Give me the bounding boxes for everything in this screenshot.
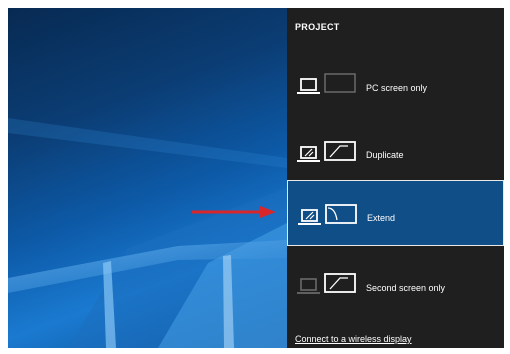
option-second-screen-only[interactable]: Second screen only [287,250,504,316]
windows-logo-light-beams [8,118,287,348]
project-panel: PROJECT PC screen only Duplicate Extend … [287,8,504,348]
second-screen-only-icon [297,273,356,294]
option-label: Second screen only [366,283,446,293]
option-extend[interactable]: Extend [287,180,504,246]
option-label: Duplicate [366,150,404,160]
desktop-wallpaper [8,8,287,348]
pc-screen-only-icon [297,73,356,94]
panel-title: PROJECT [295,22,340,32]
connect-wireless-display-link[interactable]: Connect to a wireless display [295,334,412,344]
option-duplicate[interactable]: Duplicate [287,118,504,184]
option-label: Extend [367,213,396,223]
red-arrow-icon [192,206,276,218]
duplicate-icon [297,141,356,162]
extend-icon [298,204,357,225]
screenshot-frame: PROJECT PC screen only Duplicate Extend … [8,8,504,348]
option-pc-screen-only[interactable]: PC screen only [287,50,504,116]
option-label: PC screen only [366,83,428,93]
